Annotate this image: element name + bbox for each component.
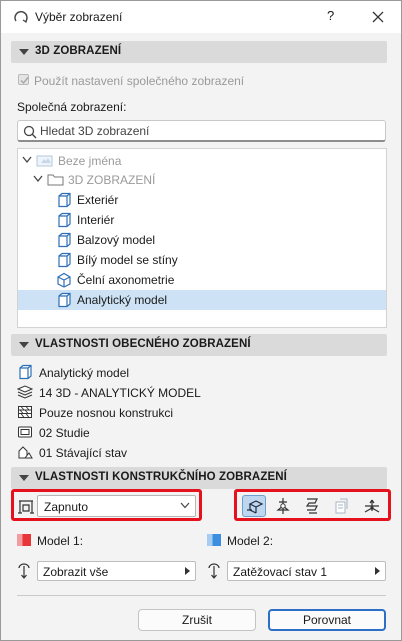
tree-item-label: Beze jména <box>58 154 122 168</box>
load-icon <box>335 498 348 514</box>
footer-divider <box>17 595 386 596</box>
filter-arrow-icon <box>208 563 220 579</box>
renovation-filter-icon <box>18 446 33 459</box>
3d-view-icon <box>58 232 71 248</box>
axes-button[interactable] <box>360 495 384 517</box>
tree-item-label: Interiér <box>77 213 115 227</box>
tree-item-label: Analytický model <box>77 293 168 307</box>
views-tree[interactable]: Beze jména 3D ZOBRAZENÍ Exteriér Interié… <box>17 148 387 328</box>
popup-arrow-icon <box>185 567 190 575</box>
tree-item-label: Čelní axonometrie <box>77 273 175 287</box>
expand-arrow-icon[interactable] <box>22 156 32 164</box>
collapse-triangle-icon <box>19 49 29 55</box>
prop-value: 14 3D - ANALYTICKÝ MODEL <box>39 386 201 400</box>
section-label: 3D ZOBRAZENÍ <box>35 45 122 57</box>
axes-icon <box>364 499 380 513</box>
filter-arrow-icon <box>18 563 30 579</box>
tree-item-3d-folder[interactable]: 3D ZOBRAZENÍ <box>18 170 386 190</box>
expand-arrow-icon[interactable] <box>33 175 43 183</box>
model2-label: Model 2: <box>227 534 274 548</box>
tree-item-celni-axonometrie[interactable]: Čelní axonometrie <box>18 270 386 290</box>
common-views-label: Společná zobrazení: <box>17 100 127 114</box>
analytical-model-icon <box>18 500 34 514</box>
3d-view-icon <box>58 252 71 268</box>
tree-item-bily-model[interactable]: Bílý model se stíny <box>18 250 386 270</box>
close-icon[interactable] <box>367 6 389 28</box>
search-input[interactable]: Hledat 3D zobrazení <box>17 120 386 142</box>
analytical-view-icon <box>247 500 264 514</box>
prop-value: 01 Stávající stav <box>39 446 128 460</box>
use-common-view-checkbox[interactable] <box>18 74 29 85</box>
tree-item-beze-jmena[interactable]: Beze jména <box>18 151 386 171</box>
3d-view-icon <box>58 292 71 308</box>
view-selection-dialog: Výběr zobrazení ? 3D ZOBRAZENÍ Použít na… <box>0 0 402 641</box>
dropdown-value: Zapnuto <box>44 500 89 514</box>
prop-value: 02 Studie <box>39 426 90 440</box>
tree-item-exterier[interactable]: Exteriér <box>18 190 386 210</box>
model2-color-swatch <box>207 534 221 546</box>
section-header-3d-views[interactable]: 3D ZOBRAZENÍ <box>11 41 387 63</box>
view-name-icon <box>19 364 32 380</box>
structural-display-dropdown[interactable]: Zapnuto <box>37 495 196 517</box>
prop-value: Analytický model <box>39 366 130 380</box>
dimmed-view-icon <box>36 155 53 167</box>
model1-color-swatch <box>17 534 31 546</box>
graphic-override-icon <box>18 426 32 438</box>
popup-value: Zatěžovací stav 1 <box>233 565 328 579</box>
tree-item-label: Bílý model se stíny <box>77 253 178 267</box>
chevron-down-icon <box>180 502 190 509</box>
title-bar: Výběr zobrazení ? <box>1 1 401 33</box>
section-header-structural-properties[interactable]: VLASTNOSTI KONSTRUKČNÍHO ZOBRAZENÍ <box>11 467 387 489</box>
tree-item-label: 3D ZOBRAZENÍ <box>68 173 156 187</box>
prop-value: Pouze nosnou konstrukci <box>39 406 174 420</box>
search-icon <box>23 125 37 139</box>
structural-display-icon <box>18 406 32 418</box>
tree-item-analyticky-model[interactable]: Analytický model <box>18 290 386 310</box>
axonometry-icon <box>57 272 71 288</box>
supports-icon <box>276 498 290 514</box>
view-select-app-icon <box>14 11 28 23</box>
collapse-triangle-icon <box>19 475 29 481</box>
tree-item-balzovy-model[interactable]: Balzový model <box>18 230 386 250</box>
tree-item-label: Exteriér <box>77 193 119 207</box>
folder-icon <box>47 174 64 186</box>
section-header-general-properties[interactable]: VLASTNOSTI OBECNÉHO ZOBRAZENÍ <box>11 334 387 356</box>
3d-view-icon <box>58 192 71 208</box>
model2-filter-popup[interactable]: Zatěžovací stav 1 <box>227 561 386 581</box>
model1-label: Model 1: <box>37 534 84 548</box>
model1-filter-popup[interactable]: Zobrazit vše <box>37 561 196 581</box>
releases-button[interactable] <box>300 495 324 517</box>
help-button[interactable]: ? <box>327 8 334 23</box>
cancel-button[interactable]: Zrušit <box>138 609 256 631</box>
releases-icon <box>305 498 318 514</box>
checkmark-icon <box>20 77 29 85</box>
popup-value: Zobrazit vše <box>43 565 109 579</box>
load-button[interactable] <box>330 495 354 517</box>
section-label: VLASTNOSTI OBECNÉHO ZOBRAZENÍ <box>35 338 251 350</box>
3d-view-icon <box>58 212 71 228</box>
tree-item-interier[interactable]: Interiér <box>18 210 386 230</box>
tree-item-label: Balzový model <box>77 233 156 247</box>
use-common-view-label: Použít nastavení společného zobrazení <box>34 74 245 88</box>
section-label: VLASTNOSTI KONSTRUKČNÍHO ZOBRAZENÍ <box>35 471 287 483</box>
dialog-title: Výběr zobrazení <box>35 10 123 24</box>
compare-button[interactable]: Porovnat <box>268 609 386 631</box>
supports-button[interactable] <box>271 495 295 517</box>
popup-arrow-icon <box>375 567 380 575</box>
analytical-view-button[interactable] <box>242 495 266 517</box>
search-placeholder: Hledat 3D zobrazení <box>40 124 150 138</box>
layer-combination-icon <box>17 385 33 399</box>
collapse-triangle-icon <box>19 342 29 348</box>
